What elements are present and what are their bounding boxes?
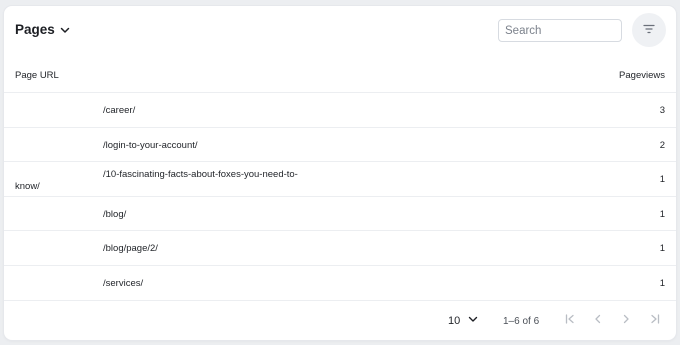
- table-row[interactable]: /login-to-your-account/ 2: [4, 126, 676, 162]
- previous-page-button[interactable]: [590, 313, 606, 329]
- next-page-button[interactable]: [618, 313, 634, 329]
- pagination-range: 1–6 of 6: [503, 316, 540, 327]
- page-url[interactable]: /blog/page/2/: [103, 243, 158, 254]
- page-url[interactable]: /10-fascinating-facts-about-foxes-you-ne…: [103, 169, 298, 180]
- table-row[interactable]: /10-fascinating-facts-about-foxes-you-ne…: [4, 161, 676, 196]
- pageviews-count: 1: [659, 243, 665, 254]
- rows-per-page-select[interactable]: 10: [448, 314, 478, 327]
- page-url[interactable]: /login-to-your-account/: [103, 140, 198, 151]
- table-row[interactable]: /services/ 1: [4, 264, 676, 300]
- search-input[interactable]: [498, 19, 622, 42]
- first-page-icon: [564, 312, 576, 330]
- pages-card: Pages Page URL Pageviews /career/ 3 /log…: [4, 6, 676, 340]
- chevron-down-icon: [59, 24, 71, 36]
- table-footer: 10 1–6 of 6: [4, 300, 676, 340]
- pageviews-count: 2: [659, 139, 665, 151]
- filter-icon: [643, 21, 655, 39]
- card-header: Pages: [4, 6, 676, 54]
- table-row[interactable]: /blog/page/2/ 1: [4, 230, 676, 265]
- table-row[interactable]: /career/ 3: [4, 92, 676, 127]
- pageviews-count: 3: [659, 105, 665, 116]
- pageviews-count: 1: [659, 277, 665, 289]
- table-row[interactable]: /blog/ 1: [4, 195, 676, 231]
- page-url-wrapped-tail[interactable]: know/: [15, 181, 40, 192]
- filter-button[interactable]: [632, 13, 666, 47]
- column-header-page-url[interactable]: Page URL: [15, 70, 59, 81]
- page-url[interactable]: /career/: [103, 105, 135, 116]
- last-page-icon: [649, 312, 661, 330]
- chevron-down-icon: [468, 314, 478, 327]
- rows-per-page-value: 10: [448, 314, 461, 327]
- first-page-button[interactable]: [562, 313, 578, 329]
- chevron-right-icon: [620, 312, 632, 330]
- chevron-left-icon: [592, 312, 604, 330]
- pageviews-count: 1: [659, 208, 665, 220]
- pageviews-count: 1: [659, 174, 665, 185]
- last-page-button[interactable]: [647, 313, 663, 329]
- pages-dropdown[interactable]: Pages: [15, 22, 71, 37]
- column-header-pageviews[interactable]: Pageviews: [619, 70, 665, 81]
- pages-title: Pages: [15, 22, 55, 37]
- table-body: /career/ 3 /login-to-your-account/ 2 /10…: [4, 92, 676, 299]
- page-url[interactable]: /services/: [103, 278, 143, 289]
- page-url[interactable]: /blog/: [103, 209, 126, 220]
